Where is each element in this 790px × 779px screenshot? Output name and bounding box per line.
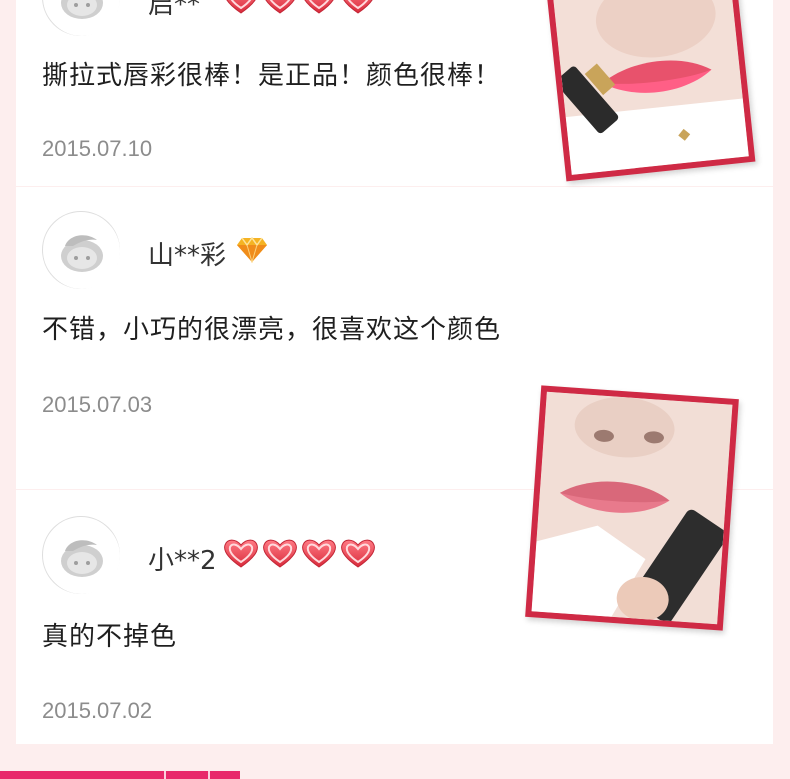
avatar-placeholder-icon [43,0,121,37]
review-date: 2015.07.03 [42,392,153,417]
review-photo[interactable] [525,385,739,631]
review-date: 2015.07.10 [42,136,153,161]
avatar[interactable] [42,516,120,594]
avatar[interactable] [42,0,120,36]
bottom-tab-bar[interactable] [0,771,240,779]
tab-divider [164,771,166,779]
avatar-placeholder-icon [43,517,121,595]
review-date: 2015.07.02 [42,698,153,723]
lip-photo-image [531,391,733,625]
heart-icon [261,537,299,569]
heart-icon [339,537,377,569]
review-photo[interactable] [546,0,756,182]
tab-divider [208,771,210,779]
heart-icon [222,0,260,15]
avatar-placeholder-icon [43,212,121,290]
review-comment: 真的不掉色 [42,622,178,652]
review-username: 小**2 [148,546,217,576]
review-username: 山**彩 [148,241,227,271]
avatar[interactable] [42,211,120,289]
heart-icon [300,0,338,15]
rating-hearts [222,537,377,569]
rating-hearts [222,0,377,15]
heart-icon [300,537,338,569]
heart-icon [222,537,260,569]
review-comment: 不错，小巧的很漂亮，很喜欢这个颜色 [42,315,502,345]
heart-icon [339,0,377,15]
diamond-icon [237,237,267,263]
review-comment: 撕拉式唇彩很棒！是正品！颜色很棒！ [42,61,502,91]
heart-icon [261,0,299,15]
lip-photo-image [553,0,749,175]
review-username: 启** [148,0,201,20]
